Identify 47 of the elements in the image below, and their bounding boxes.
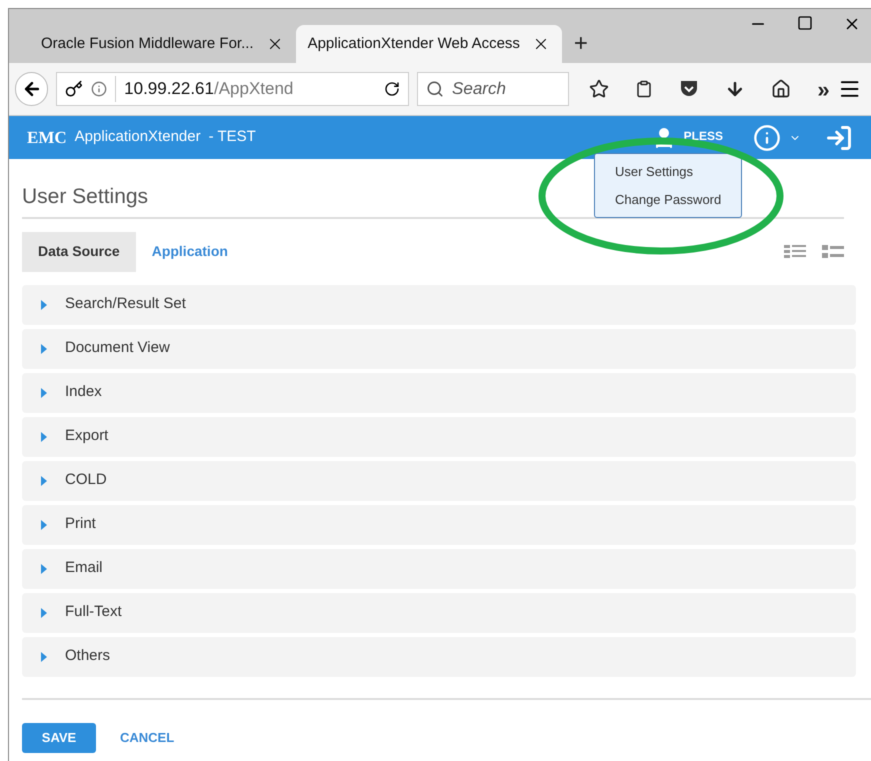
info-icon: [91, 81, 108, 97]
product-name: ApplicationXtender: [74, 127, 201, 148]
search-field[interactable]: Search: [417, 72, 570, 106]
caret-right-icon: [40, 520, 48, 530]
detail-view-icon[interactable]: [822, 244, 844, 258]
back-button[interactable]: [15, 72, 48, 106]
caret-right-icon: [40, 652, 48, 662]
environment-label: - TEST: [208, 127, 256, 148]
search-icon: [426, 80, 444, 98]
browser-tab[interactable]: ApplicationXtender Web Access: [296, 25, 562, 63]
accordion-section[interactable]: Document View: [22, 328, 856, 368]
list-view-icon[interactable]: [784, 244, 806, 258]
caret-right-icon: [40, 388, 48, 398]
browser-tab[interactable]: Oracle Fusion Middleware For...: [29, 25, 296, 63]
star-icon[interactable]: [589, 79, 610, 99]
accordion-section[interactable]: Export: [22, 416, 856, 456]
caret-right-icon: [40, 300, 48, 310]
caret-right-icon: [40, 432, 48, 442]
menu-item[interactable]: User Settings: [615, 162, 741, 182]
address-field[interactable]: 10.99.22.61/AppXtend: [56, 72, 410, 106]
caret-right-icon: [40, 608, 48, 618]
key-icon: [65, 80, 84, 98]
accordion-section[interactable]: Full-Text: [22, 592, 856, 632]
accordion-section[interactable]: Print: [22, 504, 856, 544]
sign-out-icon[interactable]: [825, 124, 853, 152]
caret-right-icon: [40, 564, 48, 574]
home-icon[interactable]: [771, 79, 792, 99]
pocket-icon[interactable]: [679, 80, 700, 98]
overflow-button[interactable]: »: [817, 72, 830, 106]
settings-tab[interactable]: Data Source: [22, 232, 136, 272]
caret-right-icon: [40, 344, 48, 354]
accordion-section[interactable]: Index: [22, 372, 856, 412]
maximize-icon[interactable]: [797, 15, 813, 31]
clipboard-icon[interactable]: [635, 80, 654, 98]
accordion-section[interactable]: COLD: [22, 460, 856, 500]
caret-right-icon: [40, 476, 48, 486]
menu-item[interactable]: Change Password: [615, 190, 741, 209]
accordion-section[interactable]: Email: [22, 548, 856, 588]
url-text: 10.99.22.61/AppXtend: [115, 76, 294, 102]
settings-tab[interactable]: Application: [136, 232, 244, 272]
accordion-section[interactable]: Search/Result Set: [22, 284, 856, 324]
new-tab-button[interactable]: +: [562, 25, 600, 63]
info-icon[interactable]: [753, 124, 781, 152]
accordion-section[interactable]: Others: [22, 636, 856, 676]
logo: EMC: [27, 126, 67, 149]
cancel-link[interactable]: CANCEL: [120, 728, 174, 748]
reload-icon[interactable]: [384, 81, 400, 97]
